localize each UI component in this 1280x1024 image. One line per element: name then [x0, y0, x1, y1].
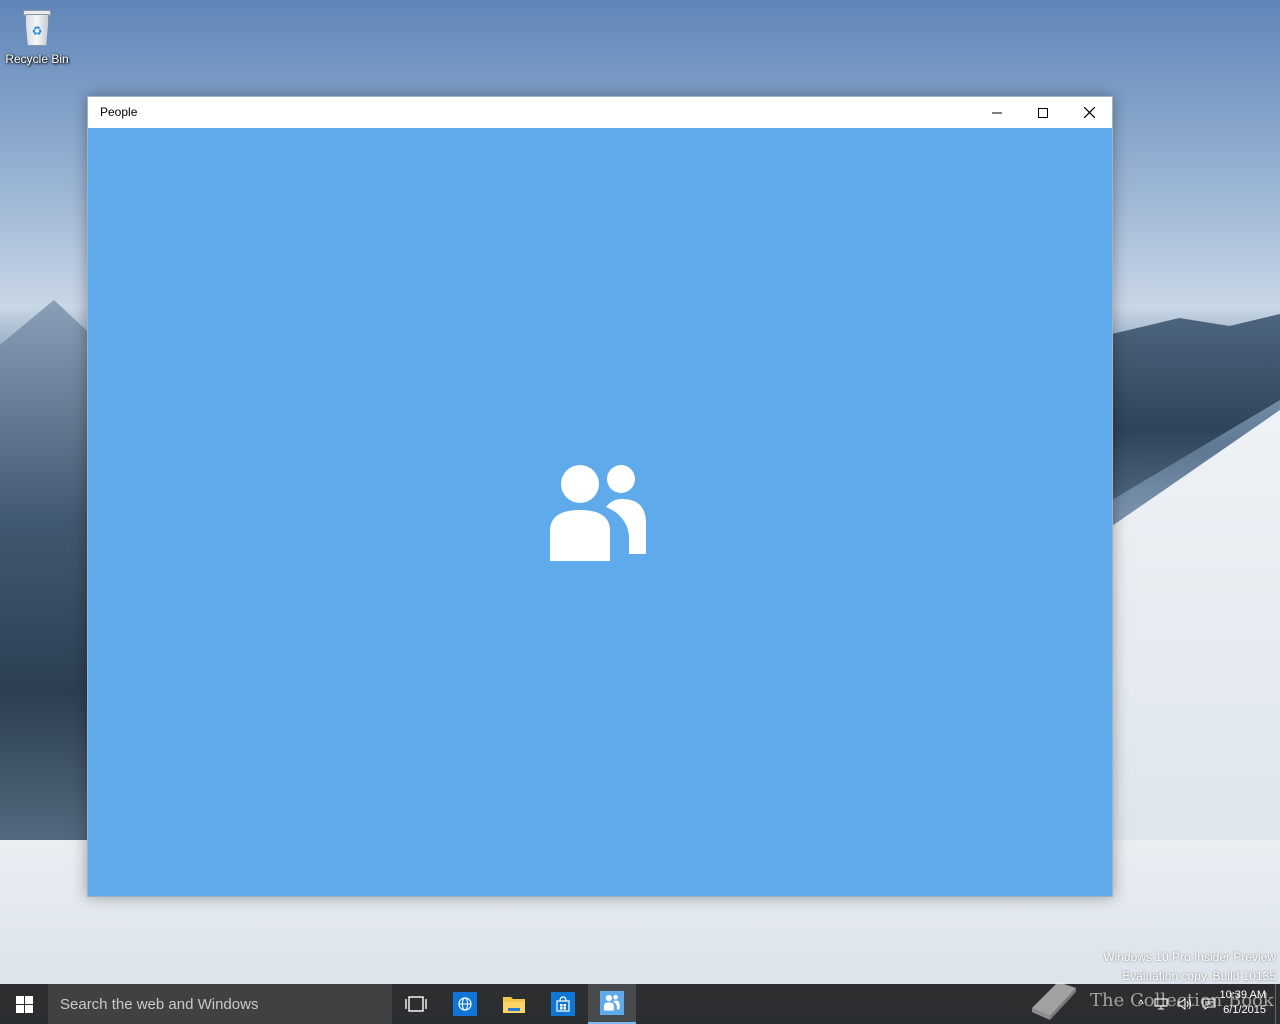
- store-icon: [551, 992, 575, 1016]
- desktop-icon-label: Recycle Bin: [5, 52, 69, 66]
- windows-logo-icon: [15, 995, 33, 1013]
- task-view-icon: [405, 996, 427, 1012]
- people-app-window: People: [87, 96, 1113, 897]
- people-icon: [600, 991, 624, 1015]
- splash-screen: [88, 128, 1112, 896]
- close-icon: [1083, 107, 1095, 118]
- collection-book-text: The Collection Book: [1090, 989, 1274, 1011]
- window-title: People: [100, 105, 138, 119]
- taskbar-people[interactable]: [588, 984, 636, 1024]
- desktop-icon-recycle-bin[interactable]: ♻ Recycle Bin: [4, 6, 70, 76]
- recycle-bin-icon: ♻: [20, 6, 54, 48]
- book-icon: [1032, 982, 1076, 1020]
- globe-icon: [453, 992, 477, 1016]
- minimize-button[interactable]: [974, 97, 1020, 128]
- taskbar-file-explorer[interactable]: [490, 984, 538, 1024]
- search-placeholder: Search the web and Windows: [60, 995, 259, 1013]
- maximize-icon: [1038, 107, 1048, 118]
- watermark-line1: Windows 10 Pro Insider Preview: [1103, 950, 1276, 964]
- collection-book-overlay: The Collection Book: [1028, 976, 1274, 1024]
- maximize-button[interactable]: [1020, 97, 1066, 128]
- folder-icon: [503, 997, 525, 1013]
- search-box[interactable]: Search the web and Windows: [48, 984, 392, 1024]
- close-button[interactable]: [1066, 97, 1112, 128]
- wallpaper-mountain-left: [0, 300, 90, 860]
- taskbar-internet-explorer[interactable]: [441, 984, 489, 1024]
- start-button[interactable]: [0, 984, 48, 1024]
- show-desktop-button[interactable]: [1275, 984, 1280, 1024]
- window-titlebar[interactable]: People: [88, 97, 1112, 128]
- minimize-icon: [992, 112, 1002, 113]
- people-icon: [550, 465, 646, 561]
- taskbar-store[interactable]: [539, 984, 587, 1024]
- task-view-button[interactable]: [392, 984, 440, 1024]
